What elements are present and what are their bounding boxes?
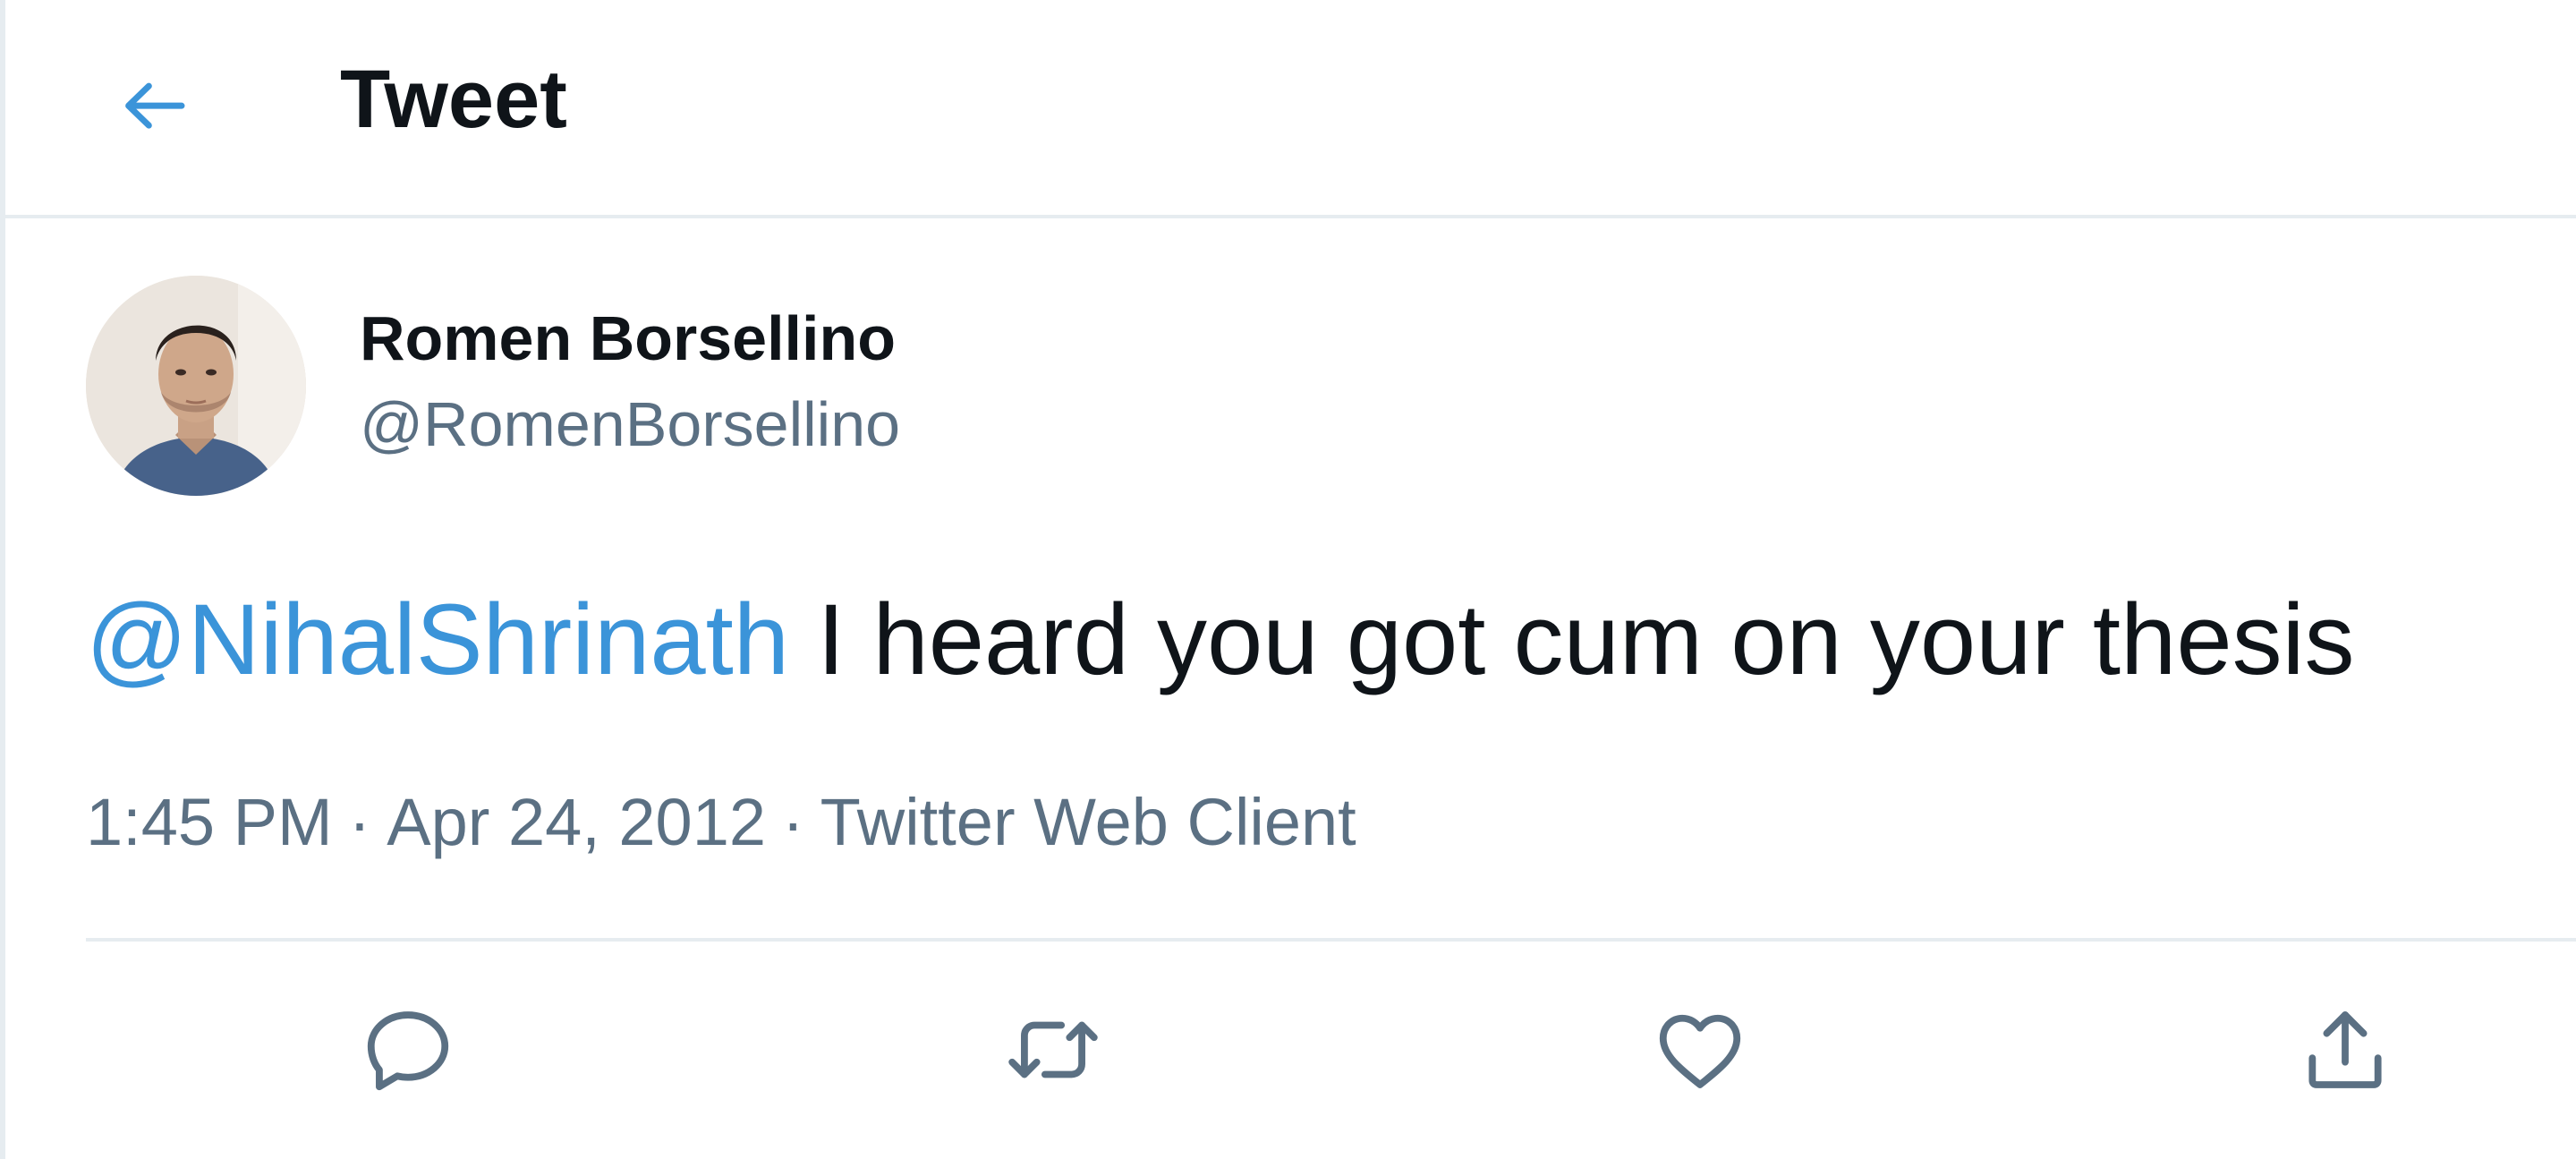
retweet-button[interactable] [995,992,1111,1108]
tweet-meta: 1:45 PM · Apr 24, 2012 · Twitter Web Client [86,782,1356,863]
tweet-source[interactable]: Twitter Web Client [820,785,1356,859]
share-button[interactable] [2287,992,2403,1108]
heart-icon [1659,1014,1741,1088]
avatar[interactable] [86,276,306,496]
arrow-left-icon [125,82,185,129]
meta-separator: · [782,785,804,859]
back-button[interactable] [98,54,206,161]
reply-button[interactable] [350,992,466,1108]
user-avatar-photo [86,276,306,496]
retweet-icon [1008,1021,1098,1078]
tweet-mention-link[interactable]: @NihalShrinath [86,584,789,695]
share-icon [2308,1011,2382,1088]
tweet-body: I heard you got cum on your thesis [817,584,2355,695]
tweet-page: Tweet Romen Borsellino @RomenBorsellino … [0,0,2576,1159]
tweet-time[interactable]: 1:45 PM [86,785,333,859]
tweet-text: @NihalShrinath I heard you got cum on yo… [86,582,2354,698]
reply-icon [367,1011,449,1091]
author-handle[interactable]: @RomenBorsellino [360,385,900,464]
like-button[interactable] [1642,992,1758,1108]
page-header: Tweet [5,0,2576,218]
meta-separator: · [348,785,371,859]
page-title: Tweet [340,54,567,145]
author-display-name[interactable]: Romen Borsellino [360,299,896,378]
tweet-date[interactable]: Apr 24, 2012 [387,785,766,859]
divider [86,938,2576,942]
